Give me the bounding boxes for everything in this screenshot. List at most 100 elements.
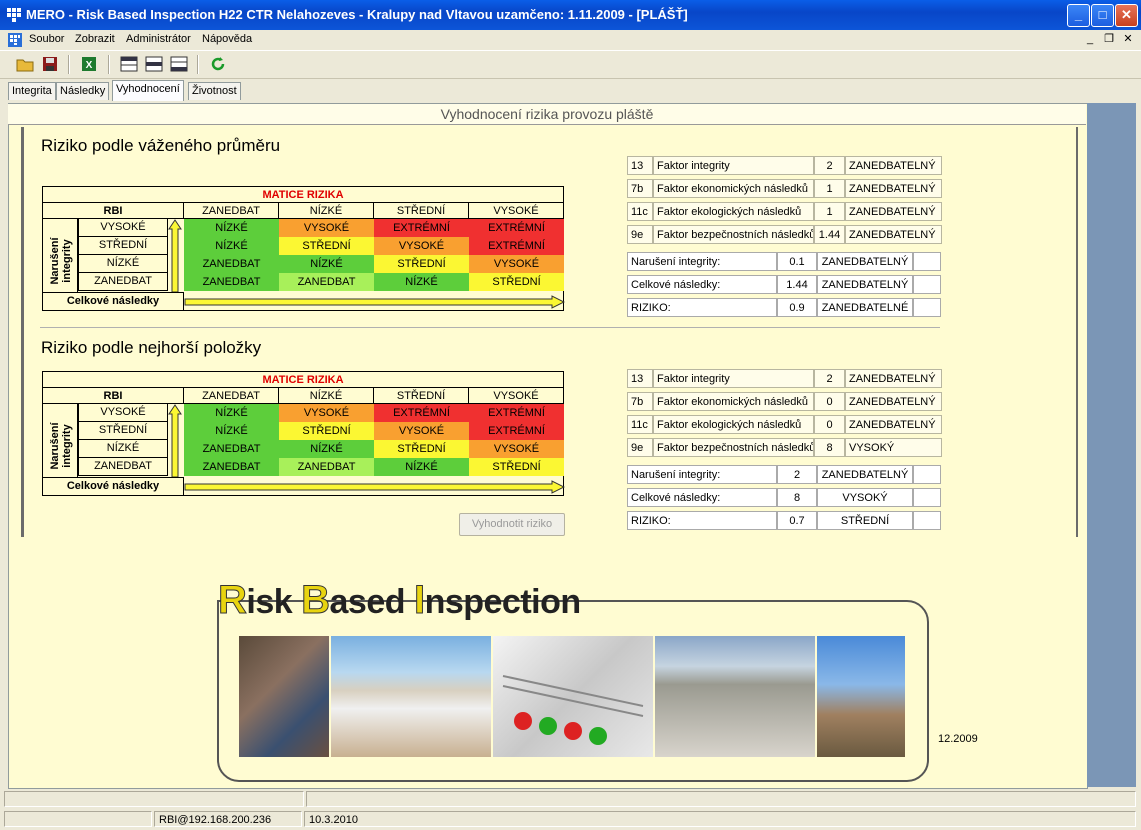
matrix-cell: NÍZKÉ [184, 404, 279, 422]
factor-value: 0 [814, 392, 845, 411]
window-title: MERO - Risk Based Inspection H22 CTR Nel… [26, 7, 688, 22]
minimize-button[interactable]: _ [1067, 4, 1090, 27]
matrix-cell: NÍZKÉ [184, 219, 279, 237]
factor-value: 2 [814, 156, 845, 175]
mdi-restore-icon[interactable]: ❐ [1102, 32, 1116, 46]
arrow-right-icon [184, 480, 565, 494]
matrix-cell: VYSOKÉ [469, 440, 564, 458]
matrix-cell: ZANEDBAT [279, 458, 374, 476]
menu-soubor[interactable]: Soubor [29, 33, 64, 45]
factor-code: 7b [627, 392, 653, 411]
banner-title: Risk Based Inspection [217, 578, 581, 623]
factor-code: 13 [627, 369, 653, 388]
excel-icon[interactable]: X [80, 55, 98, 73]
matrix-cell: STŘEDNÍ [374, 255, 469, 273]
factor-name: Faktor ekologických následků [653, 202, 814, 221]
matrix-cell: STŘEDNÍ [469, 458, 564, 476]
factor-level: ZANEDBATELNÝ [845, 179, 942, 198]
layout-middle-icon[interactable] [145, 55, 163, 73]
summary-spacer [913, 298, 941, 317]
matrix-cell: NÍZKÉ [279, 440, 374, 458]
matrix-row-header: VYSOKÉ [78, 403, 168, 422]
factor-name: Faktor bezpečnostních následků [653, 225, 814, 244]
matrix-cell: STŘEDNÍ [279, 237, 374, 255]
summary-label: Celkové následky: [627, 488, 777, 507]
photo-tank-interior [239, 636, 329, 757]
status-bar-upper [0, 790, 1141, 809]
summary-spacer [913, 275, 941, 294]
factor-value: 1 [814, 179, 845, 198]
matrix-row-axis-text: Narušení integrity [49, 422, 73, 470]
tab-zivotnost[interactable]: Životnost [188, 82, 241, 100]
evaluate-risk-button[interactable]: Vyhodnotit riziko [459, 513, 565, 536]
matrix-row-header: NÍZKÉ [78, 439, 168, 458]
summary-level: STŘEDNÍ [817, 511, 913, 530]
matrix-cell: STŘEDNÍ [374, 440, 469, 458]
close-button[interactable]: ✕ [1115, 4, 1138, 27]
photo-tank-farm [331, 636, 491, 757]
photo-pump-station [493, 636, 653, 757]
app-icon [7, 8, 21, 22]
arrow-up-icon [168, 404, 182, 478]
summary-label: RIZIKO: [627, 298, 777, 317]
factor-name: Faktor integrity [653, 369, 814, 388]
photo-tank-roof [655, 636, 815, 757]
matrix-row-header: NÍZKÉ [78, 254, 168, 273]
mdi-minimize-icon[interactable]: _ [1083, 32, 1097, 46]
banner-title-text: Risk Based Inspection [217, 578, 581, 623]
matrix-cell: EXTRÉMNÍ [469, 422, 564, 440]
factor-name: Faktor integrity [653, 156, 814, 175]
save-icon[interactable] [41, 55, 59, 73]
matrix-title: MATICE RIZIKA [42, 371, 564, 388]
matrix-cell: ZANEDBAT [184, 440, 279, 458]
page-heading: Vyhodnocení rizika provozu pláště [8, 104, 1086, 125]
factor-level: ZANEDBATELNÝ [845, 415, 942, 434]
summary-label: Narušení integrity: [627, 465, 777, 484]
tab-nasledky[interactable]: Následky [56, 82, 110, 100]
layout-top-icon[interactable] [120, 55, 138, 73]
matrix-rbi-label: RBI [42, 202, 184, 219]
factor-level: VYSOKÝ [845, 438, 942, 457]
menu-napoveda[interactable]: Nápověda [202, 33, 252, 45]
matrix-cell: EXTRÉMNÍ [469, 219, 564, 237]
matrix-col-header: VYSOKÉ [468, 387, 564, 404]
factor-level: ZANEDBATELNÝ [845, 369, 942, 388]
factor-level: ZANEDBATELNÝ [845, 392, 942, 411]
menu-zobrazit[interactable]: Zobrazit [75, 33, 115, 45]
summary-value: 0.1 [777, 252, 817, 271]
matrix-cell: NÍZKÉ [184, 422, 279, 440]
menu-administrator[interactable]: Administrátor [126, 33, 191, 45]
summary-value: 1.44 [777, 275, 817, 294]
maximize-button[interactable]: □ [1091, 4, 1114, 27]
open-folder-icon[interactable] [16, 55, 34, 73]
matrix-rbi-label: RBI [42, 387, 184, 404]
factor-level: ZANEDBATELNÝ [845, 225, 942, 244]
matrix-cell: NÍZKÉ [184, 237, 279, 255]
matrix-cell: STŘEDNÍ [279, 422, 374, 440]
toolbar: X [0, 50, 1141, 79]
factor-code: 7b [627, 179, 653, 198]
summary-label: Narušení integrity: [627, 252, 777, 271]
svg-text:X: X [86, 60, 93, 71]
matrix-cell: VYSOKÉ [374, 422, 469, 440]
factor-value: 0 [814, 415, 845, 434]
status-bar: RBI@192.168.200.236 10.3.2010 [0, 810, 1141, 830]
summary-value: 0.9 [777, 298, 817, 317]
mdi-close-icon[interactable]: ✕ [1121, 32, 1135, 46]
matrix-cell: VYSOKÉ [374, 237, 469, 255]
refresh-icon[interactable] [209, 55, 227, 73]
tab-integrita[interactable]: Integrita [8, 82, 56, 100]
matrix-cell: ZANEDBAT [184, 458, 279, 476]
status-date: 10.3.2010 [304, 811, 1136, 827]
tab-vyhodnoceni[interactable]: Vyhodnocení [112, 80, 184, 101]
matrix-col-header: VYSOKÉ [468, 202, 564, 219]
layout-bottom-icon[interactable] [170, 55, 188, 73]
summary-value: 2 [777, 465, 817, 484]
status-connection: RBI@192.168.200.236 [154, 811, 302, 827]
mdi-child-icon[interactable] [8, 33, 22, 47]
matrix-col-axis-label: Celkové následky [42, 292, 184, 311]
factor-name: Faktor bezpečnostních následků [653, 438, 814, 457]
factor-code: 9e [627, 438, 653, 457]
matrix-col-header: STŘEDNÍ [373, 202, 469, 219]
summary-level: VYSOKÝ [817, 488, 913, 507]
